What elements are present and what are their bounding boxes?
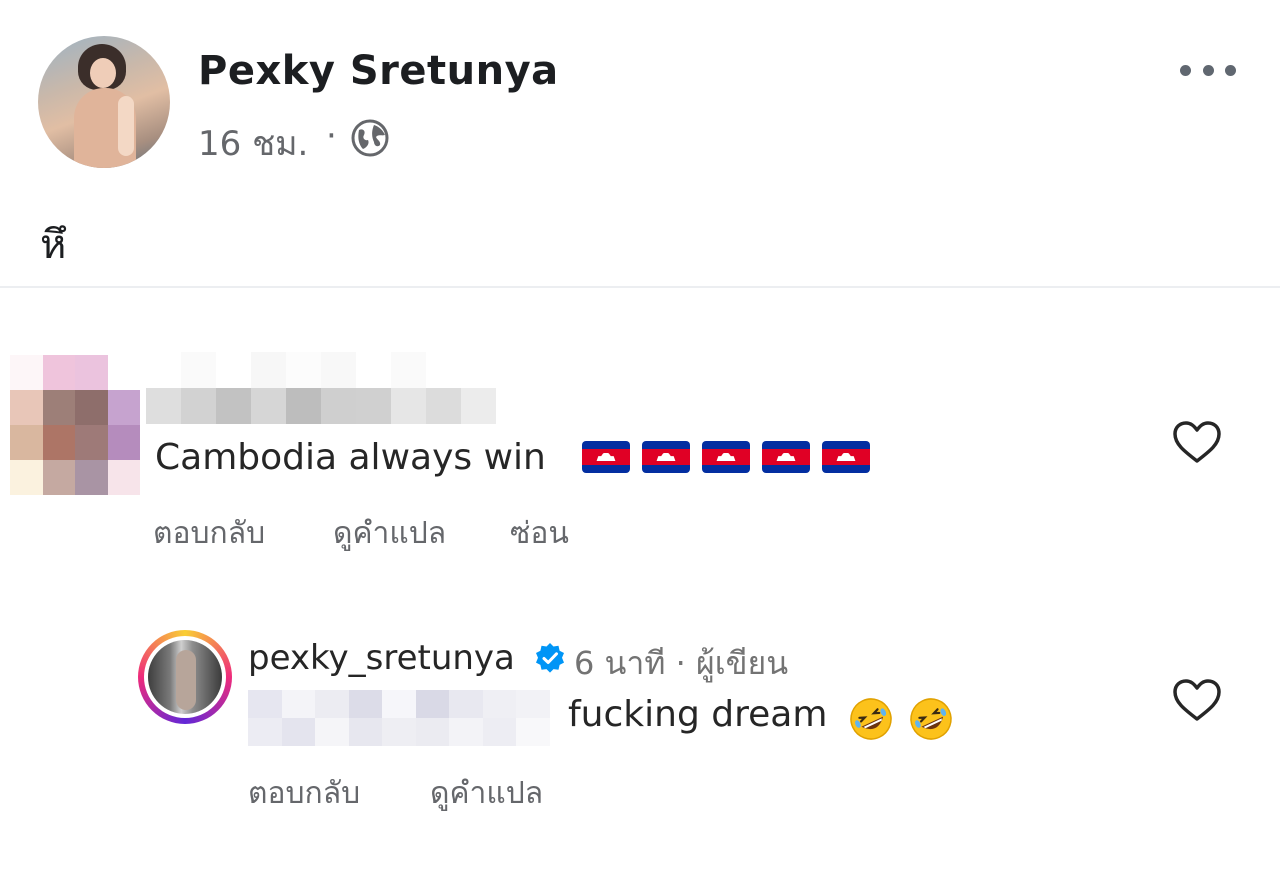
commenter-avatar-redacted[interactable] xyxy=(10,355,140,495)
rolling-laughing-emoji-icon xyxy=(850,698,892,740)
comment-translate-button[interactable]: ดูคำแปล xyxy=(333,510,446,557)
heart-icon[interactable] xyxy=(1172,420,1222,464)
reply-author-avatar[interactable] xyxy=(138,630,232,724)
post-body-text: หึ xyxy=(40,222,67,268)
section-divider xyxy=(0,286,1280,288)
reply-text: fucking dream xyxy=(568,694,828,735)
rolling-laughing-emoji-icon xyxy=(910,698,952,740)
avatar-photo xyxy=(148,640,222,714)
avatar-arm xyxy=(118,96,134,156)
avatar-figure xyxy=(176,650,196,710)
more-options-dot xyxy=(1202,64,1214,76)
reply-timestamp: 6 นาที xyxy=(574,644,666,682)
cambodia-flag-icon xyxy=(822,441,870,473)
reply-translate-button[interactable]: ดูคำแปล xyxy=(430,770,543,817)
comment-reply-button[interactable]: ตอบกลับ xyxy=(153,510,265,557)
cambodia-flag-icon xyxy=(582,441,630,473)
more-options-icon xyxy=(1180,64,1191,76)
reply-reply-button[interactable]: ตอบกลับ xyxy=(248,770,360,817)
reply-author-role: ผู้เขียน xyxy=(695,644,789,682)
cambodia-flag-icon xyxy=(702,441,750,473)
heart-icon[interactable] xyxy=(1172,678,1222,722)
more-options-dot xyxy=(1225,64,1236,76)
reply-username[interactable]: pexky_sretunya xyxy=(248,638,515,678)
globe-icon xyxy=(351,119,389,157)
post-author-name[interactable]: Pexky Sretunya xyxy=(198,48,559,94)
reply-meta-separator: · xyxy=(675,644,686,682)
avatar-story-ring xyxy=(144,636,226,718)
commenter-name-redacted xyxy=(146,352,496,424)
post-timestamp[interactable]: 16 ชม. xyxy=(198,116,308,170)
cambodia-flag-icon xyxy=(642,441,690,473)
more-options-button[interactable] xyxy=(1180,56,1236,84)
comment-text: Cambodia always win xyxy=(155,437,546,478)
reply-meta: 6 นาที · ผู้เขียน xyxy=(574,638,788,689)
post-author-avatar[interactable] xyxy=(38,36,170,168)
cambodia-flag-icon xyxy=(762,441,810,473)
comment-hide-button[interactable]: ซ่อน xyxy=(510,510,569,557)
comment-emoji-group xyxy=(582,441,870,473)
verified-badge-icon xyxy=(536,643,564,673)
post-meta-separator: · xyxy=(326,116,337,156)
avatar-face xyxy=(90,58,116,88)
reply-mention-redacted xyxy=(248,690,550,746)
